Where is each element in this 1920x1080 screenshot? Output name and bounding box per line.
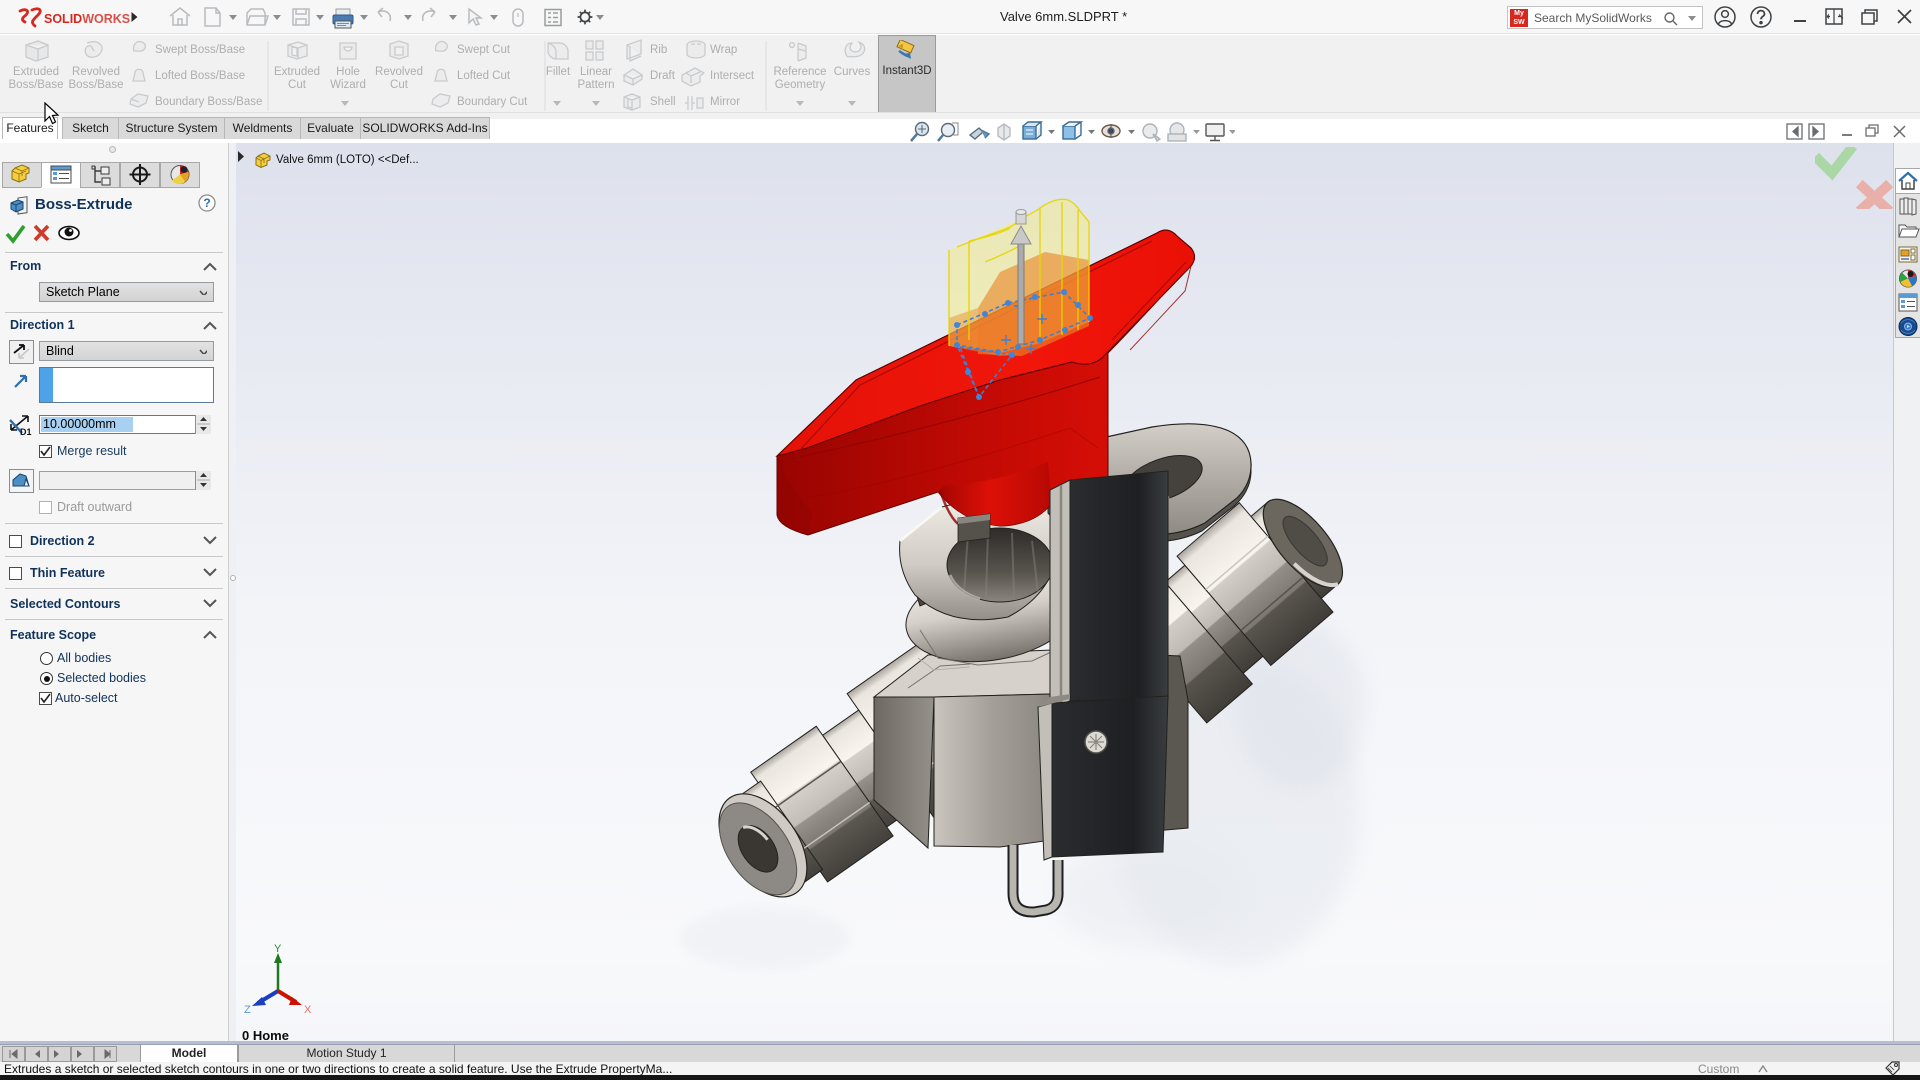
svg-text:SOLIDWORKS: SOLIDWORKS (44, 12, 130, 26)
svg-text:Intersect: Intersect (710, 70, 755, 82)
svg-text:Revolved: Revolved (375, 66, 423, 78)
svg-text:Draft: Draft (650, 70, 676, 82)
svg-text:D1: D1 (20, 427, 32, 436)
svg-text:Lofted Boss/Base: Lofted Boss/Base (155, 70, 245, 82)
svg-text:Revolved: Revolved (72, 66, 120, 78)
svg-text:Reference: Reference (773, 66, 826, 78)
svg-text:Cut: Cut (390, 79, 409, 91)
svg-text:Rib: Rib (650, 44, 667, 56)
svg-text:X: X (304, 1004, 312, 1015)
svg-text:Pattern: Pattern (577, 79, 614, 91)
svg-text:Boundary Cut: Boundary Cut (457, 96, 528, 108)
svg-text:Shell: Shell (650, 96, 676, 108)
svg-text:?: ? (203, 196, 210, 210)
svg-text:Swept Cut: Swept Cut (457, 44, 511, 56)
svg-text:Y: Y (274, 943, 282, 955)
svg-text:Z: Z (244, 1004, 251, 1015)
svg-text:Boss/Base: Boss/Base (9, 79, 64, 91)
svg-text:Geometry: Geometry (775, 79, 826, 91)
svg-text:Boundary Boss/Base: Boundary Boss/Base (155, 96, 262, 108)
svg-text:Fillet: Fillet (546, 66, 571, 78)
svg-text:Curves: Curves (834, 66, 871, 78)
svg-text:Wrap: Wrap (710, 44, 737, 56)
svg-text:Wizard: Wizard (330, 79, 366, 91)
svg-text:Boss/Base: Boss/Base (69, 79, 124, 91)
svg-text:Linear: Linear (580, 66, 612, 78)
svg-text:Mirror: Mirror (710, 96, 740, 108)
svg-text:Valve 6mm (LOTO) <<Def...: Valve 6mm (LOTO) <<Def... (276, 154, 419, 166)
svg-text:Cut: Cut (288, 79, 307, 91)
svg-text:Extruded: Extruded (13, 66, 59, 78)
svg-text:Extruded: Extruded (274, 66, 320, 78)
svg-text:Lofted Cut: Lofted Cut (457, 70, 511, 82)
svg-text:Swept Boss/Base: Swept Boss/Base (155, 44, 245, 56)
svg-text:Hole: Hole (336, 66, 360, 78)
